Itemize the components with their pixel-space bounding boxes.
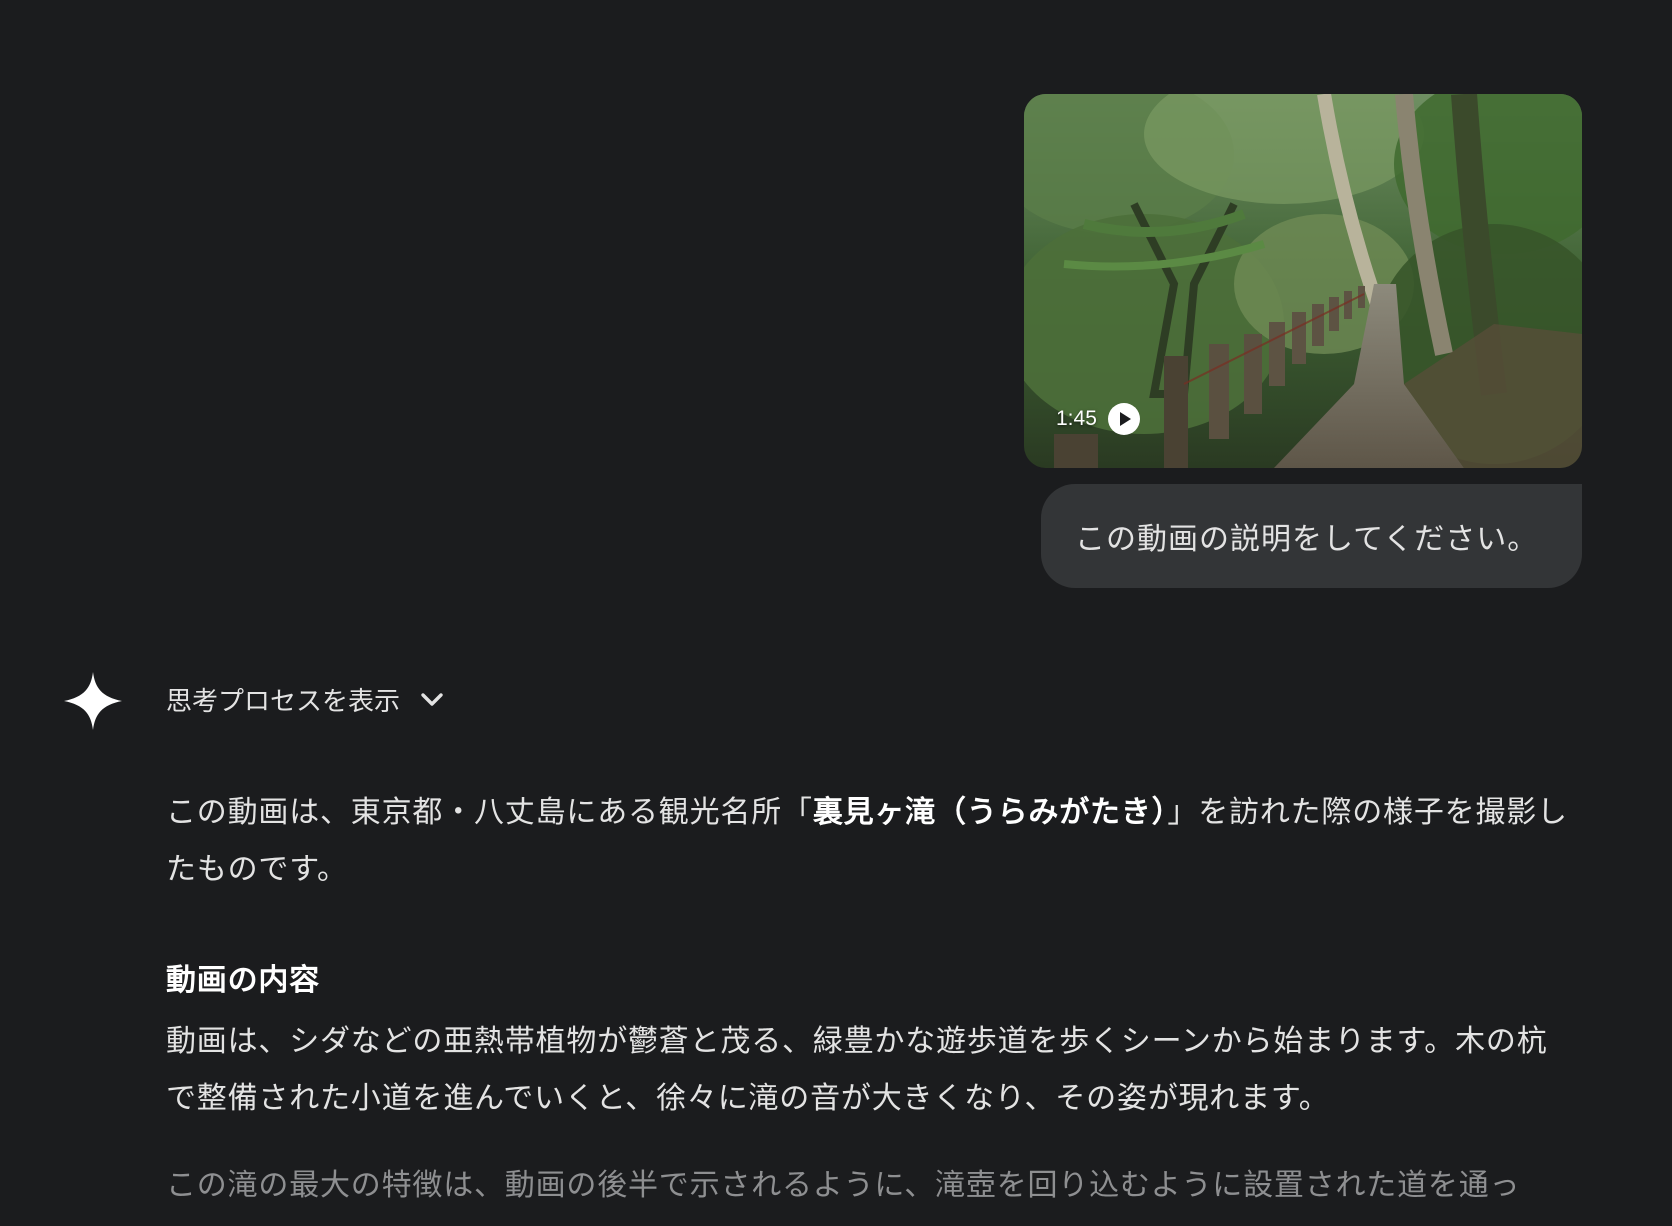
video-overlay: 1:45 xyxy=(1056,402,1141,436)
show-thinking-toggle[interactable]: 思考プロセスを表示 xyxy=(166,676,446,722)
video-duration: 1:45 xyxy=(1056,407,1097,430)
intro-text-1: この動画は、東京都・八丈島にある観光名所「 xyxy=(166,795,813,830)
section-heading: 動画の内容 xyxy=(166,963,320,998)
response-paragraph-1: 動画は、シダなどの亜熱帯植物が鬱蒼と茂る、緑豊かな遊歩道を歩くシーンから始まりま… xyxy=(166,1024,1548,1116)
show-thinking-label: 思考プロセスを表示 xyxy=(166,686,401,717)
user-message-bubble: この動画の説明をしてください。 xyxy=(1041,484,1582,588)
chevron-down-icon xyxy=(421,693,443,706)
response-intro: この動画は、東京都・八丈島にある観光名所「裏見ヶ滝（うらみがたき）」を訪れた際の… xyxy=(166,784,1576,898)
user-message-text: この動画の説明をしてください。 xyxy=(1075,522,1539,557)
chat-page: 1:45 この動画の説明をしてください。 思考プロセスを表示 この動画は、東京都… xyxy=(0,0,1672,1226)
play-circle-icon[interactable] xyxy=(1107,402,1141,436)
response-paragraph-2: この滝の最大の特徴は、動画の後半で示されるように、滝壺を回り込むように設置された… xyxy=(166,1168,1521,1203)
assistant-response: この動画は、東京都・八丈島にある観光名所「裏見ヶ滝（うらみがたき）」を訪れた際の… xyxy=(166,784,1576,1214)
intro-bold-place-name: 裏見ヶ滝（うらみがたき） xyxy=(812,795,1168,830)
video-attachment[interactable]: 1:45 xyxy=(1024,94,1582,468)
sparkle-icon xyxy=(64,672,122,730)
